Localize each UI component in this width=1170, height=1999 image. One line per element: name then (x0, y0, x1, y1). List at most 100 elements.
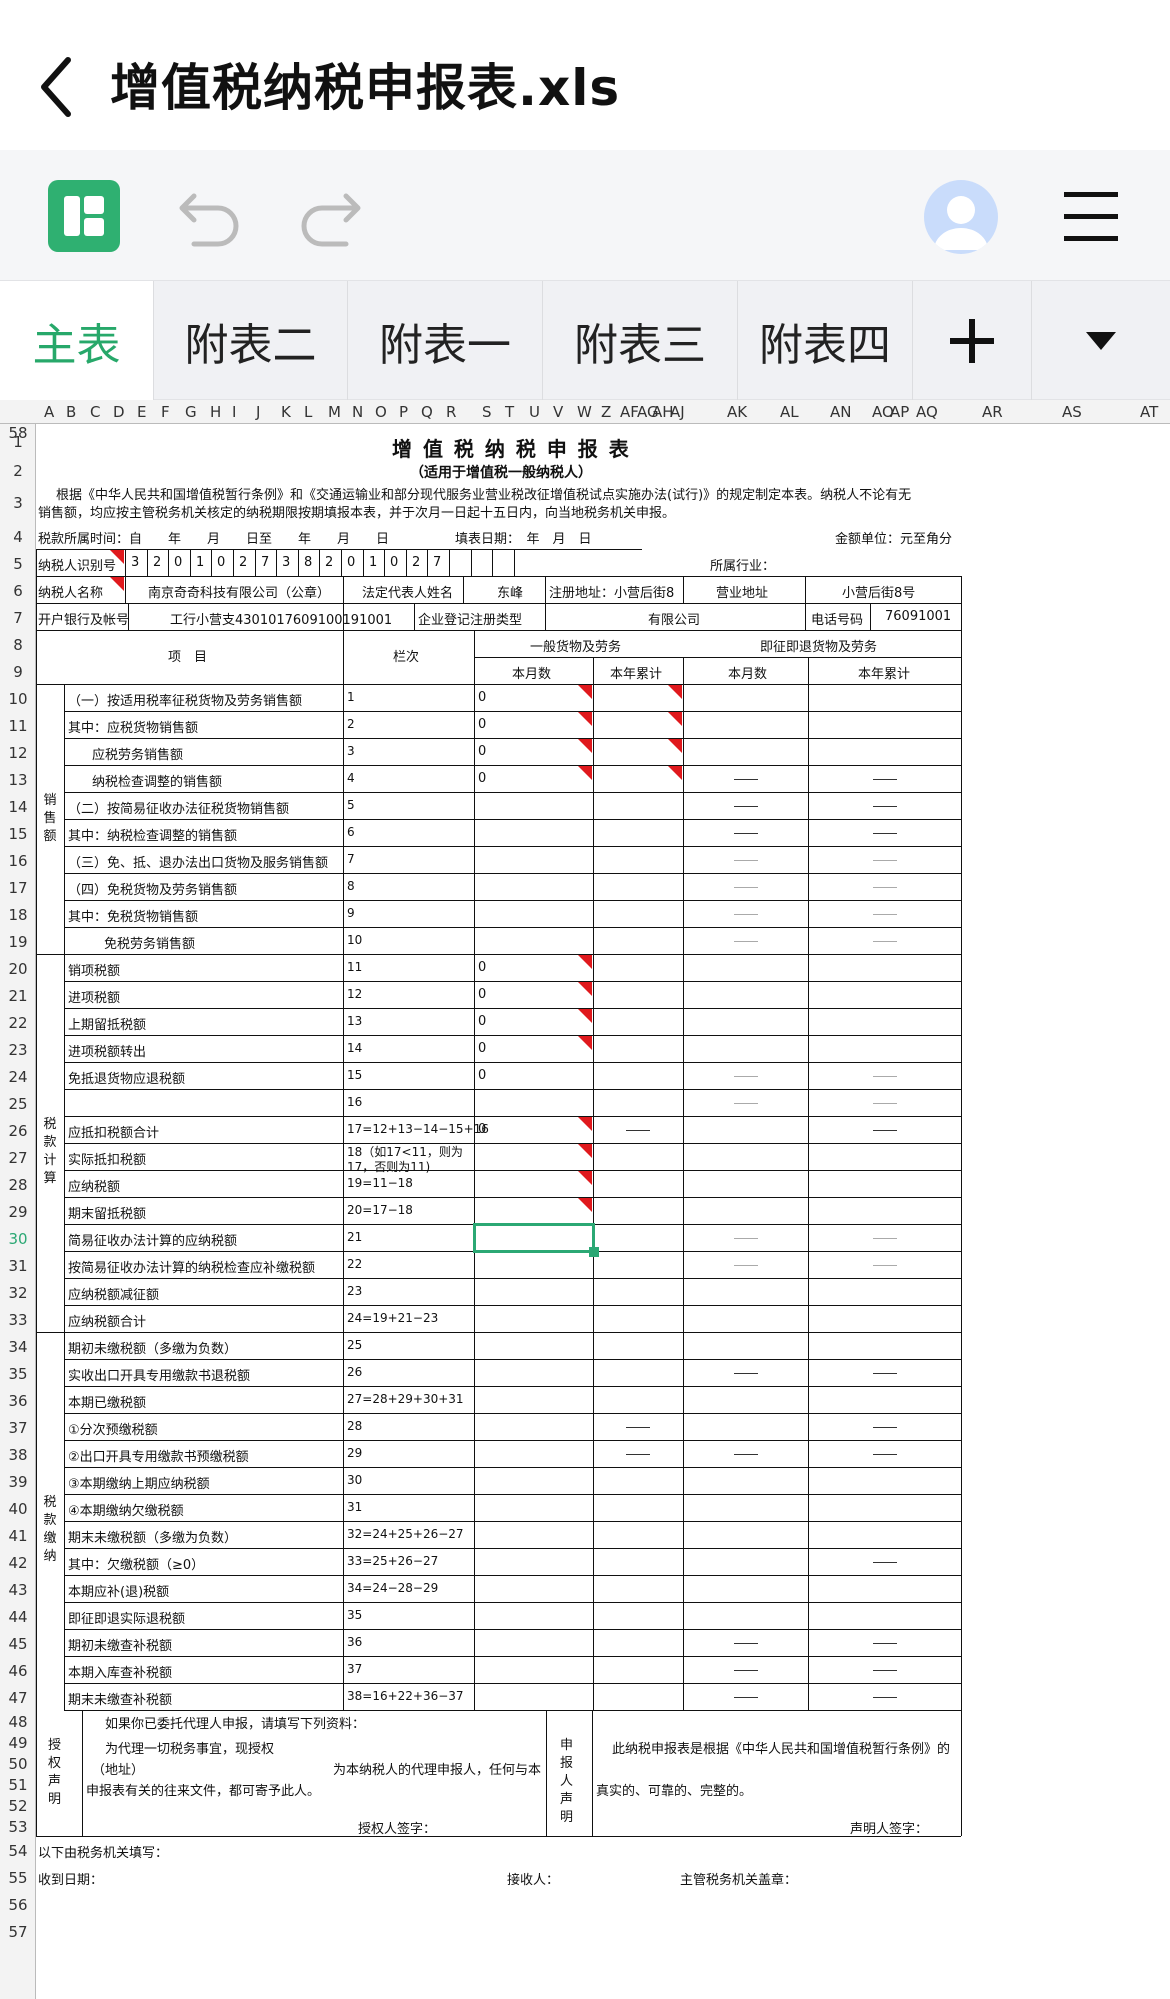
comment-marker-icon[interactable] (578, 712, 592, 726)
cell-border (870, 603, 871, 630)
row-line-no: 38=16+22+36−37 (347, 1688, 464, 1703)
empty-dash (872, 1669, 897, 1671)
user-avatar-icon[interactable] (924, 180, 998, 254)
cell-border (64, 1575, 961, 1576)
comment-marker-icon[interactable] (578, 982, 592, 996)
fill-handle[interactable] (589, 1247, 599, 1257)
biz-address-value: 小营后街8号 (842, 585, 916, 601)
cell-border (592, 1710, 593, 1836)
cell-border (514, 549, 515, 576)
intro-line-2: 销售额，均应按主管税务机关核定的纳税期限按期填报本表，并于次月一日起十五日内，向… (38, 506, 676, 521)
reg-address-label: 注册地址：小营后街8 (549, 585, 675, 601)
sheet-list-button[interactable] (1032, 281, 1170, 401)
cell-border (36, 1332, 64, 1333)
empty-dash (733, 805, 758, 807)
empty-dash (733, 913, 758, 915)
general-month-value: 0 (478, 959, 487, 975)
redo-icon[interactable] (296, 190, 362, 250)
legal-rep-label: 法定代表人姓名 (362, 585, 454, 601)
cell-border (125, 549, 126, 576)
empty-dash (872, 1075, 897, 1077)
row-line-no: 4 (347, 770, 355, 785)
cell-border (64, 1494, 961, 1495)
cell-border (471, 549, 472, 576)
comment-marker-icon[interactable] (578, 685, 592, 699)
cell-border (233, 549, 234, 576)
taxpayer-id-digit: 2 (325, 554, 334, 570)
cell-border (683, 657, 684, 1710)
cell-border (36, 1710, 37, 1836)
cell-border (298, 549, 299, 576)
empty-dash (733, 1075, 758, 1077)
empty-dash (872, 1453, 897, 1455)
comment-marker-icon[interactable] (578, 1144, 592, 1158)
header-item: 项 目 (168, 650, 208, 665)
row-item-label: 应抵扣税额合计 (68, 1125, 160, 1141)
comment-marker-icon[interactable] (668, 766, 682, 780)
comment-marker-icon[interactable] (578, 1198, 592, 1212)
cell-border (64, 738, 961, 739)
comment-marker-icon[interactable] (578, 1117, 592, 1131)
cell-border (546, 1710, 547, 1836)
add-sheet-button[interactable] (913, 281, 1032, 401)
comment-marker-icon[interactable] (668, 685, 682, 699)
comment-marker-icon[interactable] (668, 712, 682, 726)
sheet-app-icon[interactable] (48, 180, 120, 252)
comment-marker-icon[interactable] (578, 766, 592, 780)
unit-label: 金额单位：元至角分 (835, 531, 953, 547)
toolbar (0, 150, 1170, 280)
general-month-value: 0 (478, 689, 487, 705)
row-line-no: 31 (347, 1499, 363, 1514)
cell-border (961, 630, 962, 1836)
selected-cell[interactable] (473, 1223, 595, 1253)
cell-border (36, 684, 961, 685)
row-line-no: 10 (347, 932, 363, 947)
comment-marker-icon[interactable] (668, 739, 682, 753)
row-item-label: 上期留抵税额 (68, 1017, 147, 1033)
tab-appendix-4[interactable]: 附表四 (738, 281, 913, 401)
phone-label: 电话号码 (811, 612, 864, 628)
row-line-no: 22 (347, 1256, 363, 1271)
header-line-no: 栏次 (393, 650, 420, 665)
row-line-no: 21 (347, 1229, 363, 1244)
undo-icon[interactable] (178, 190, 244, 250)
general-month-value: 0 (478, 986, 487, 1002)
comment-marker-icon[interactable] (578, 955, 592, 969)
empty-dash (733, 859, 758, 861)
tab-appendix-3[interactable]: 附表三 (543, 281, 738, 401)
cell-border (255, 549, 256, 576)
row-line-no: 15 (347, 1067, 363, 1082)
back-arrow-icon[interactable] (34, 52, 78, 122)
comment-marker-icon[interactable] (578, 1036, 592, 1050)
auth-line-1: 如果你已委托代理人申报，请填写下列资料： (105, 1716, 366, 1732)
row-item-label: 期末未缴税额（多缴为负数） (68, 1530, 238, 1546)
row-item-label: 期初未缴查补税额 (68, 1638, 173, 1654)
header-general-goods: 一般货物及劳务 (530, 639, 622, 655)
comment-marker-icon[interactable] (110, 550, 124, 564)
row-item-label: 本期应补(退)税额 (68, 1584, 170, 1600)
tab-appendix-1[interactable]: 附表一 (348, 281, 543, 401)
row-item-label: 进项税额 (68, 990, 121, 1006)
empty-dash (733, 1237, 758, 1239)
spreadsheet-grid[interactable]: A B C D E F G H I J K L M N O P Q R S T U V W Z AF AG AH AJ AK AL AN AO… (0, 400, 1170, 1999)
reg-type-label: 企业登记注册类型 (418, 612, 523, 628)
auth-title: 授权声明 (48, 1738, 62, 1807)
taxpayer-id-digit: 0 (217, 554, 226, 570)
row-item-label: 简易征收办法计算的应纳税额 (68, 1233, 238, 1249)
row-line-no: 19=11−18 (347, 1175, 413, 1190)
tab-main[interactable]: 主表 (0, 281, 154, 401)
comment-marker-icon[interactable] (578, 1171, 592, 1185)
tab-appendix-2[interactable]: 附表二 (154, 281, 348, 401)
general-month-value: 0 (478, 1040, 487, 1056)
row-line-no: 25 (347, 1337, 363, 1352)
row-line-no: 17=12+13−14−15+16 (347, 1121, 489, 1136)
cell-border (36, 576, 961, 577)
comment-marker-icon[interactable] (578, 739, 592, 753)
comment-marker-icon[interactable] (110, 577, 124, 591)
comment-marker-icon[interactable] (578, 1009, 592, 1023)
row-line-no: 34=24−28−29 (347, 1580, 439, 1595)
menu-icon[interactable] (1062, 188, 1120, 244)
empty-dash (872, 886, 897, 888)
row-item-label: 纳税检查调整的销售额 (92, 774, 223, 790)
row-item-label: 应纳税额 (68, 1179, 121, 1195)
